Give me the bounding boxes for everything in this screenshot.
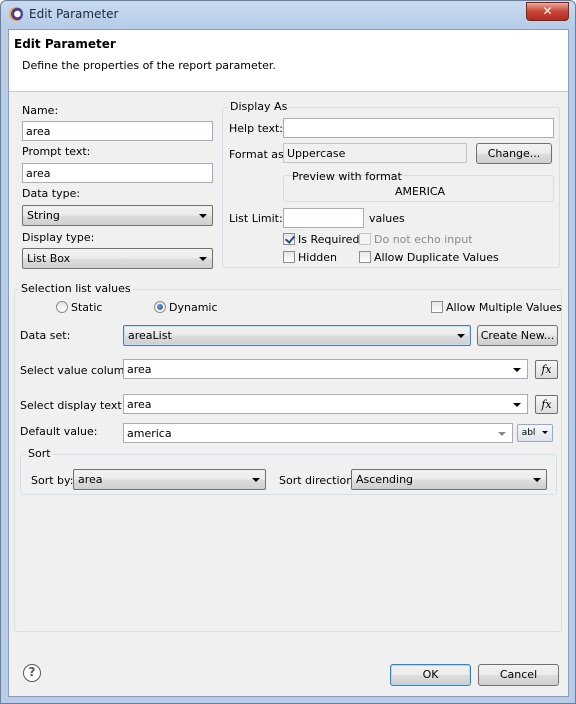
ok-button[interactable]: OK xyxy=(390,664,471,686)
display-expression-button[interactable]: fx xyxy=(535,395,558,414)
data-type-label: Data type: xyxy=(22,187,81,200)
display-text-label: Select display text: xyxy=(20,399,126,412)
help-icon[interactable]: ? xyxy=(23,664,41,682)
abl-icon: abl xyxy=(521,428,536,438)
fx-icon: fx xyxy=(541,363,552,376)
list-limit-input[interactable] xyxy=(283,208,364,228)
dialog-body: Edit Parameter Define the properties of … xyxy=(8,29,569,697)
format-as-label: Format as: xyxy=(229,148,288,161)
chevron-down-icon xyxy=(199,257,207,261)
display-type-select[interactable]: List Box xyxy=(22,248,213,269)
hidden-checkbox[interactable] xyxy=(283,251,295,263)
static-label: Static xyxy=(71,301,103,314)
chevron-down-icon xyxy=(513,368,521,372)
display-type-value: List Box xyxy=(27,252,71,265)
title-bar: Edit Parameter ✕ xyxy=(1,1,575,28)
format-as-field: Uppercase xyxy=(283,143,467,163)
display-type-label: Display type: xyxy=(22,231,95,244)
cancel-button[interactable]: Cancel xyxy=(478,664,559,686)
hidden-label: Hidden xyxy=(298,251,338,264)
name-label: Name: xyxy=(22,104,59,117)
no-echo-checkbox xyxy=(359,233,371,245)
window-title: Edit Parameter xyxy=(29,7,119,21)
chevron-down-icon xyxy=(533,478,541,482)
dataset-label: Data set: xyxy=(20,329,71,342)
list-limit-label: List Limit: xyxy=(229,212,283,225)
sort-direction-value: Ascending xyxy=(356,473,414,486)
dataset-value: areaList xyxy=(128,329,172,342)
is-required-checkbox[interactable] xyxy=(283,233,295,245)
chevron-down-icon xyxy=(199,214,207,218)
create-new-button[interactable]: Create New... xyxy=(477,325,558,346)
data-type-select[interactable]: String xyxy=(22,205,213,226)
sort-direction-select[interactable]: Ascending xyxy=(351,469,547,490)
data-type-value: String xyxy=(27,209,60,222)
default-value-label: Default value: xyxy=(20,425,98,438)
value-column-value: area xyxy=(127,363,152,376)
static-radio[interactable] xyxy=(56,301,68,313)
close-button[interactable]: ✕ xyxy=(526,2,569,21)
default-value-value: america xyxy=(127,427,172,440)
chevron-down-icon xyxy=(542,431,549,434)
value-expression-button[interactable]: fx xyxy=(535,360,558,379)
prompt-text-label: Prompt text: xyxy=(22,145,91,158)
values-label: values xyxy=(369,212,405,225)
prompt-text-input[interactable]: area xyxy=(22,163,213,183)
default-value-combo[interactable]: america xyxy=(123,423,513,443)
sort-by-label: Sort by: xyxy=(31,474,74,487)
display-text-combo[interactable]: area xyxy=(123,394,528,414)
is-required-label: Is Required xyxy=(298,233,360,246)
sort-by-value: area xyxy=(78,473,103,486)
preview-value: AMERICA xyxy=(395,185,446,198)
allow-duplicates-checkbox[interactable] xyxy=(359,251,371,263)
chevron-down-icon xyxy=(457,334,465,338)
value-column-combo[interactable]: area xyxy=(123,359,528,379)
preview-title: Preview with format xyxy=(292,170,402,183)
help-text-label: Help text: xyxy=(229,122,283,135)
dynamic-label: Dynamic xyxy=(169,301,218,314)
header-title: Edit Parameter xyxy=(14,37,116,51)
eclipse-icon xyxy=(9,7,23,21)
chevron-down-icon xyxy=(498,432,506,436)
allow-duplicates-label: Allow Duplicate Values xyxy=(374,251,499,264)
dataset-select[interactable]: areaList xyxy=(123,325,471,346)
display-as-title: Display As xyxy=(228,100,290,113)
display-text-value: area xyxy=(127,398,152,411)
sort-title: Sort xyxy=(26,447,53,460)
dynamic-radio[interactable] xyxy=(154,301,166,313)
selection-title: Selection list values xyxy=(19,282,133,295)
name-input[interactable]: area xyxy=(22,121,213,141)
sort-by-select[interactable]: area xyxy=(73,469,266,490)
help-text-input[interactable] xyxy=(283,118,554,138)
value-column-label: Select value column: xyxy=(20,364,136,377)
no-echo-label: Do not echo input xyxy=(374,233,473,246)
allow-multiple-checkbox[interactable] xyxy=(431,301,443,313)
fx-icon: fx xyxy=(541,398,552,411)
chevron-down-icon xyxy=(252,478,260,482)
close-icon: ✕ xyxy=(542,4,553,18)
change-format-button[interactable]: Change... xyxy=(476,143,552,164)
header-description: Define the properties of the report para… xyxy=(22,59,276,72)
chevron-down-icon xyxy=(513,403,521,407)
dialog-header: Edit Parameter Define the properties of … xyxy=(9,30,568,92)
allow-multiple-label: Allow Multiple Values xyxy=(446,301,562,314)
sort-direction-label: Sort direction: xyxy=(279,474,357,487)
dialog-window: Edit Parameter ✕ Edit Parameter Define t… xyxy=(0,0,576,704)
default-value-type-button[interactable]: abl xyxy=(517,424,553,442)
